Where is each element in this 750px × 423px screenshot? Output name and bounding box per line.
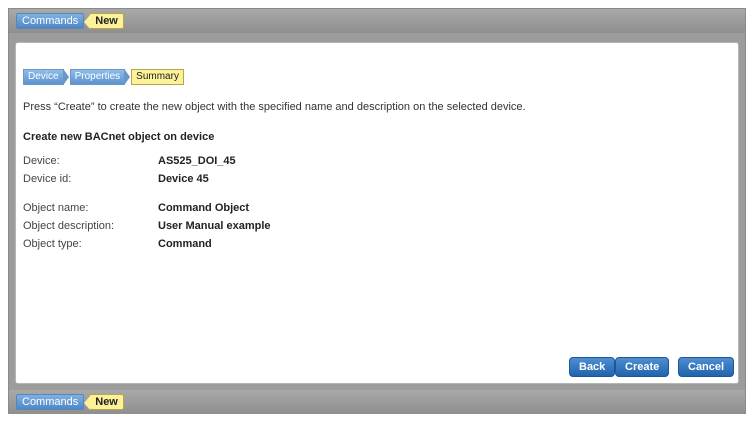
breadcrumb: Commands New bbox=[16, 13, 124, 29]
create-button[interactable]: Create bbox=[615, 357, 670, 377]
device-label: Device: bbox=[23, 155, 60, 167]
object-name-label: Object name: bbox=[23, 202, 89, 214]
back-button[interactable]: Back bbox=[569, 357, 616, 377]
instruction-text: Press “Create” to create the new object … bbox=[23, 101, 526, 113]
object-description-value: User Manual example bbox=[158, 220, 271, 232]
step-summary[interactable]: Summary bbox=[131, 69, 184, 85]
object-type-label: Object type: bbox=[23, 238, 82, 250]
section-title: Create new BACnet object on device bbox=[23, 131, 215, 143]
object-name-row: Object name: Command Object bbox=[23, 202, 249, 214]
object-type-row: Object type: Command bbox=[23, 238, 212, 250]
wizard-panel: Device Properties Summary Press “Create”… bbox=[15, 42, 739, 384]
object-description-label: Object description: bbox=[23, 220, 115, 232]
object-name-value: Command Object bbox=[158, 202, 250, 214]
device-id-label: Device id: bbox=[23, 173, 72, 185]
top-breadcrumb-bar: Commands New bbox=[9, 9, 745, 33]
device-id-row: Device id: Device 45 bbox=[23, 173, 209, 185]
commands-window: Commands New Device Properties Summary P… bbox=[8, 8, 746, 414]
wizard-steps: Device Properties Summary bbox=[23, 69, 184, 85]
breadcrumb-new[interactable]: New bbox=[84, 13, 124, 29]
bottom-breadcrumb: Commands New bbox=[16, 394, 124, 410]
bottom-breadcrumb-commands[interactable]: Commands bbox=[16, 394, 85, 410]
cancel-button[interactable]: Cancel bbox=[678, 357, 735, 377]
object-type-value: Command bbox=[158, 238, 212, 250]
bottom-breadcrumb-bar: Commands New bbox=[9, 390, 745, 414]
breadcrumb-commands[interactable]: Commands bbox=[16, 13, 85, 29]
object-description-row: Object description: User Manual example bbox=[23, 220, 271, 232]
device-id-value: Device 45 bbox=[158, 173, 209, 185]
device-row: Device: AS525_DOI_45 bbox=[23, 155, 236, 167]
step-device[interactable]: Device bbox=[23, 69, 69, 85]
step-properties[interactable]: Properties bbox=[69, 69, 130, 85]
device-value: AS525_DOI_45 bbox=[158, 155, 236, 167]
bottom-breadcrumb-new[interactable]: New bbox=[84, 394, 124, 410]
